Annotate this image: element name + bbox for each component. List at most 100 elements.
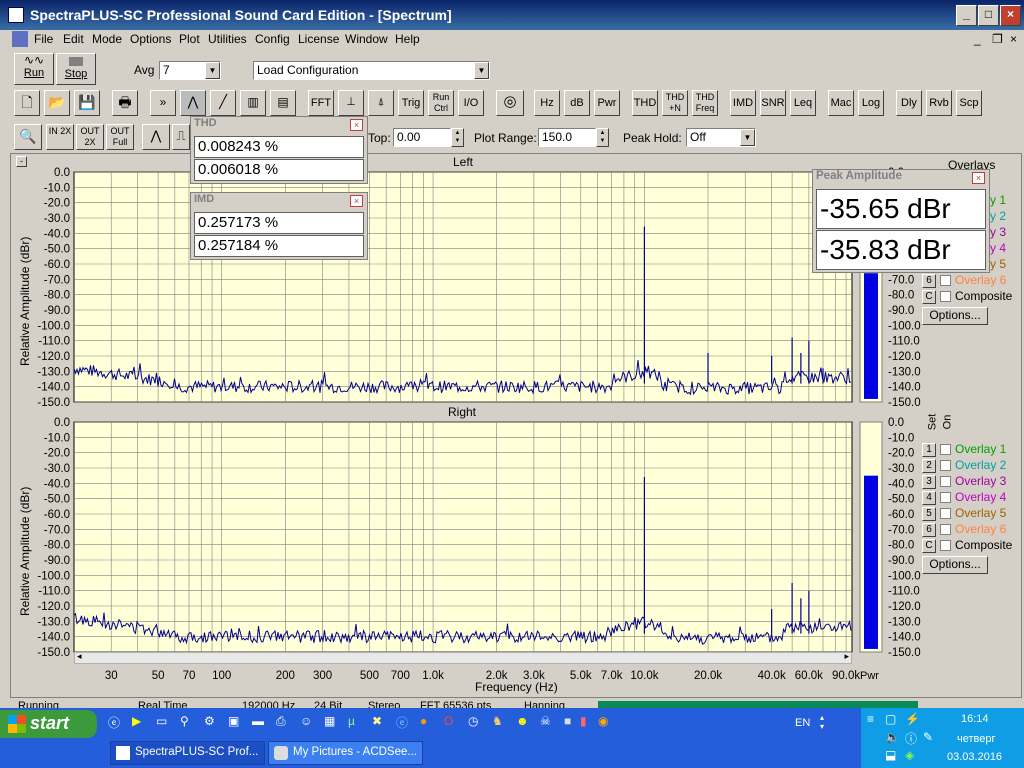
show-desktop-icon[interactable]: ▭	[156, 714, 167, 728]
tray-info-icon[interactable]: ⓘ	[905, 730, 917, 747]
zoom-out-button[interactable]: OUT 2X	[76, 124, 104, 150]
overlay-row[interactable]: C Composite	[922, 289, 1012, 304]
overlay-set-button[interactable]: 1	[922, 442, 936, 457]
minimize-button[interactable]: _	[956, 5, 977, 26]
menu-license[interactable]: License	[298, 32, 339, 46]
maximize-button[interactable]: □	[978, 5, 999, 26]
utorrent-icon[interactable]: µ	[348, 714, 355, 728]
thd-freq-button[interactable]: THD Freq	[692, 90, 718, 116]
new-icon[interactable]: 🗋	[14, 90, 40, 116]
ie2-icon[interactable]: ⓔ	[396, 714, 408, 731]
step-marker-icon[interactable]: ⎍	[172, 124, 190, 150]
overlay-options-button[interactable]: Options...	[922, 307, 988, 325]
tray-antivirus-icon[interactable]: ⬓	[885, 748, 896, 762]
menu-options[interactable]: Options	[130, 32, 171, 46]
menu-help[interactable]: Help	[395, 32, 420, 46]
taskbar-item-spectraplus[interactable]: SpectraPLUS-SC Prof...	[110, 741, 265, 765]
overlay-checkbox[interactable]	[940, 508, 951, 520]
network-icon[interactable]: ⚲	[180, 714, 189, 728]
close-button[interactable]: ×	[1000, 5, 1021, 26]
menu-plot[interactable]: Plot	[179, 32, 200, 46]
overlay-checkbox[interactable]	[940, 444, 951, 456]
thd-close-button[interactable]: ×	[350, 119, 363, 131]
open-icon[interactable]: 📂	[44, 90, 70, 116]
mdi-close-button[interactable]: ×	[1010, 32, 1017, 46]
menu-file[interactable]: File	[34, 32, 53, 46]
plot-range-input[interactable]: 150.0	[538, 128, 596, 147]
thd-panel[interactable]: THD × 0.008243 % 0.006018 %	[190, 116, 368, 184]
overlay-row[interactable]: 1 Overlay 1	[922, 442, 1006, 458]
overlay-set-button[interactable]: 5	[922, 506, 936, 521]
clock-time[interactable]: 16:14	[961, 713, 989, 725]
language-indicator[interactable]: EN	[795, 717, 810, 729]
tray-safely-remove-icon[interactable]: ✎	[923, 730, 933, 744]
printer-icon[interactable]: ⎙	[276, 714, 286, 729]
overlay-checkbox[interactable]	[940, 291, 951, 303]
overlay-row[interactable]: 5 Overlay 5	[922, 506, 1006, 522]
thd-n-button[interactable]: THD +N	[662, 90, 688, 116]
scale-icon[interactable]: ⊥	[338, 90, 364, 116]
pwr-button[interactable]: Pwr	[594, 90, 620, 116]
peak-marker-icon[interactable]: ⋀	[142, 124, 170, 150]
signal-generator-icon[interactable]: ◎	[496, 90, 524, 116]
run-button[interactable]: ∿∿ Run	[14, 53, 54, 85]
avg-dropdown-arrow[interactable]: ▼	[205, 62, 220, 79]
imd-panel[interactable]: IMD × 0.257173 % 0.257184 %	[190, 192, 368, 260]
overlay-row[interactable]: 6 Overlay 6	[922, 273, 1006, 288]
imd-close-button[interactable]: ×	[350, 195, 363, 207]
save-icon[interactable]: 💾	[74, 90, 100, 116]
dly-button[interactable]: Dly	[896, 90, 922, 116]
h-scrollbar[interactable]: ◂ ▸	[74, 651, 852, 664]
plot-range-spinner[interactable]: ▲ ▼	[596, 128, 609, 147]
overlay-set-button[interactable]: C	[922, 289, 936, 304]
app-icon[interactable]	[8, 7, 24, 23]
trigger-icon[interactable]: ⍋	[368, 90, 394, 116]
fft-button[interactable]: FFT	[308, 90, 334, 116]
menu-utilities[interactable]: Utilities	[208, 32, 247, 46]
clock-icon[interactable]: ◷	[468, 714, 478, 728]
chrome-icon[interactable]: ◉	[598, 714, 608, 728]
overlay-set-button[interactable]: 6	[922, 273, 936, 288]
stop-button[interactable]: Stop	[56, 53, 96, 85]
config-select[interactable]: Load Configuration ▼	[253, 61, 490, 80]
overlay-checkbox[interactable]	[940, 460, 951, 472]
overlay-row[interactable]: 2 Overlay 2	[922, 458, 1006, 474]
db-button[interactable]: dB	[564, 90, 590, 116]
tray-nvidia-icon[interactable]: ◈	[905, 748, 914, 762]
hz-button[interactable]: Hz	[534, 90, 560, 116]
mdi-minimize-button[interactable]: _	[974, 32, 981, 46]
tray-app-icon[interactable]: ≡	[867, 712, 874, 726]
menu-mode[interactable]: Mode	[92, 32, 122, 46]
spectrogram-icon[interactable]: ▥	[240, 90, 266, 116]
zoom-in-button[interactable]: IN 2X	[46, 124, 74, 150]
spectrum-mode-icon[interactable]: ⋀	[180, 90, 206, 116]
tray-volume-icon[interactable]: 🔈	[885, 730, 900, 744]
overlay-row[interactable]: 4 Overlay 4	[922, 490, 1006, 506]
overlay-set-button[interactable]: C	[922, 538, 936, 553]
overlay-row[interactable]: 3 Overlay 3	[922, 474, 1006, 490]
tray-network-icon[interactable]: ⚡	[905, 712, 920, 726]
zoom-full-button[interactable]: OUT Full	[106, 124, 134, 150]
top-spinner[interactable]: ▲ ▼	[451, 128, 464, 147]
menu-edit[interactable]: Edit	[63, 32, 84, 46]
menu-config[interactable]: Config	[255, 32, 290, 46]
trig-button[interactable]: Trig	[398, 90, 424, 116]
overlay-set-button[interactable]: 4	[922, 490, 936, 505]
app-black-icon[interactable]: ■	[564, 714, 571, 728]
tools-icon[interactable]: ⚙	[204, 714, 215, 728]
opera-icon[interactable]: O	[444, 714, 453, 728]
overlay-set-button[interactable]: 3	[922, 474, 936, 489]
avg-select[interactable]: 7 ▼	[159, 61, 221, 80]
peak-close-button[interactable]: ×	[972, 172, 985, 184]
face-icon[interactable]: ☻	[516, 714, 529, 728]
zoom-icon[interactable]: 🔍	[14, 124, 42, 150]
log-button[interactable]: Log	[858, 90, 884, 116]
overlay-checkbox[interactable]	[940, 275, 951, 287]
user-icon[interactable]: ☺	[300, 714, 312, 728]
doc-icon[interactable]	[12, 31, 28, 47]
character-icon[interactable]: ♞	[492, 714, 503, 728]
overlay-checkbox[interactable]	[940, 524, 951, 536]
overlay-checkbox[interactable]	[940, 476, 951, 488]
io-button[interactable]: I/O	[458, 90, 484, 116]
peak-amplitude-panel[interactable]: Peak Amplitude × -35.65 dBr -35.83 dBr	[812, 169, 990, 273]
